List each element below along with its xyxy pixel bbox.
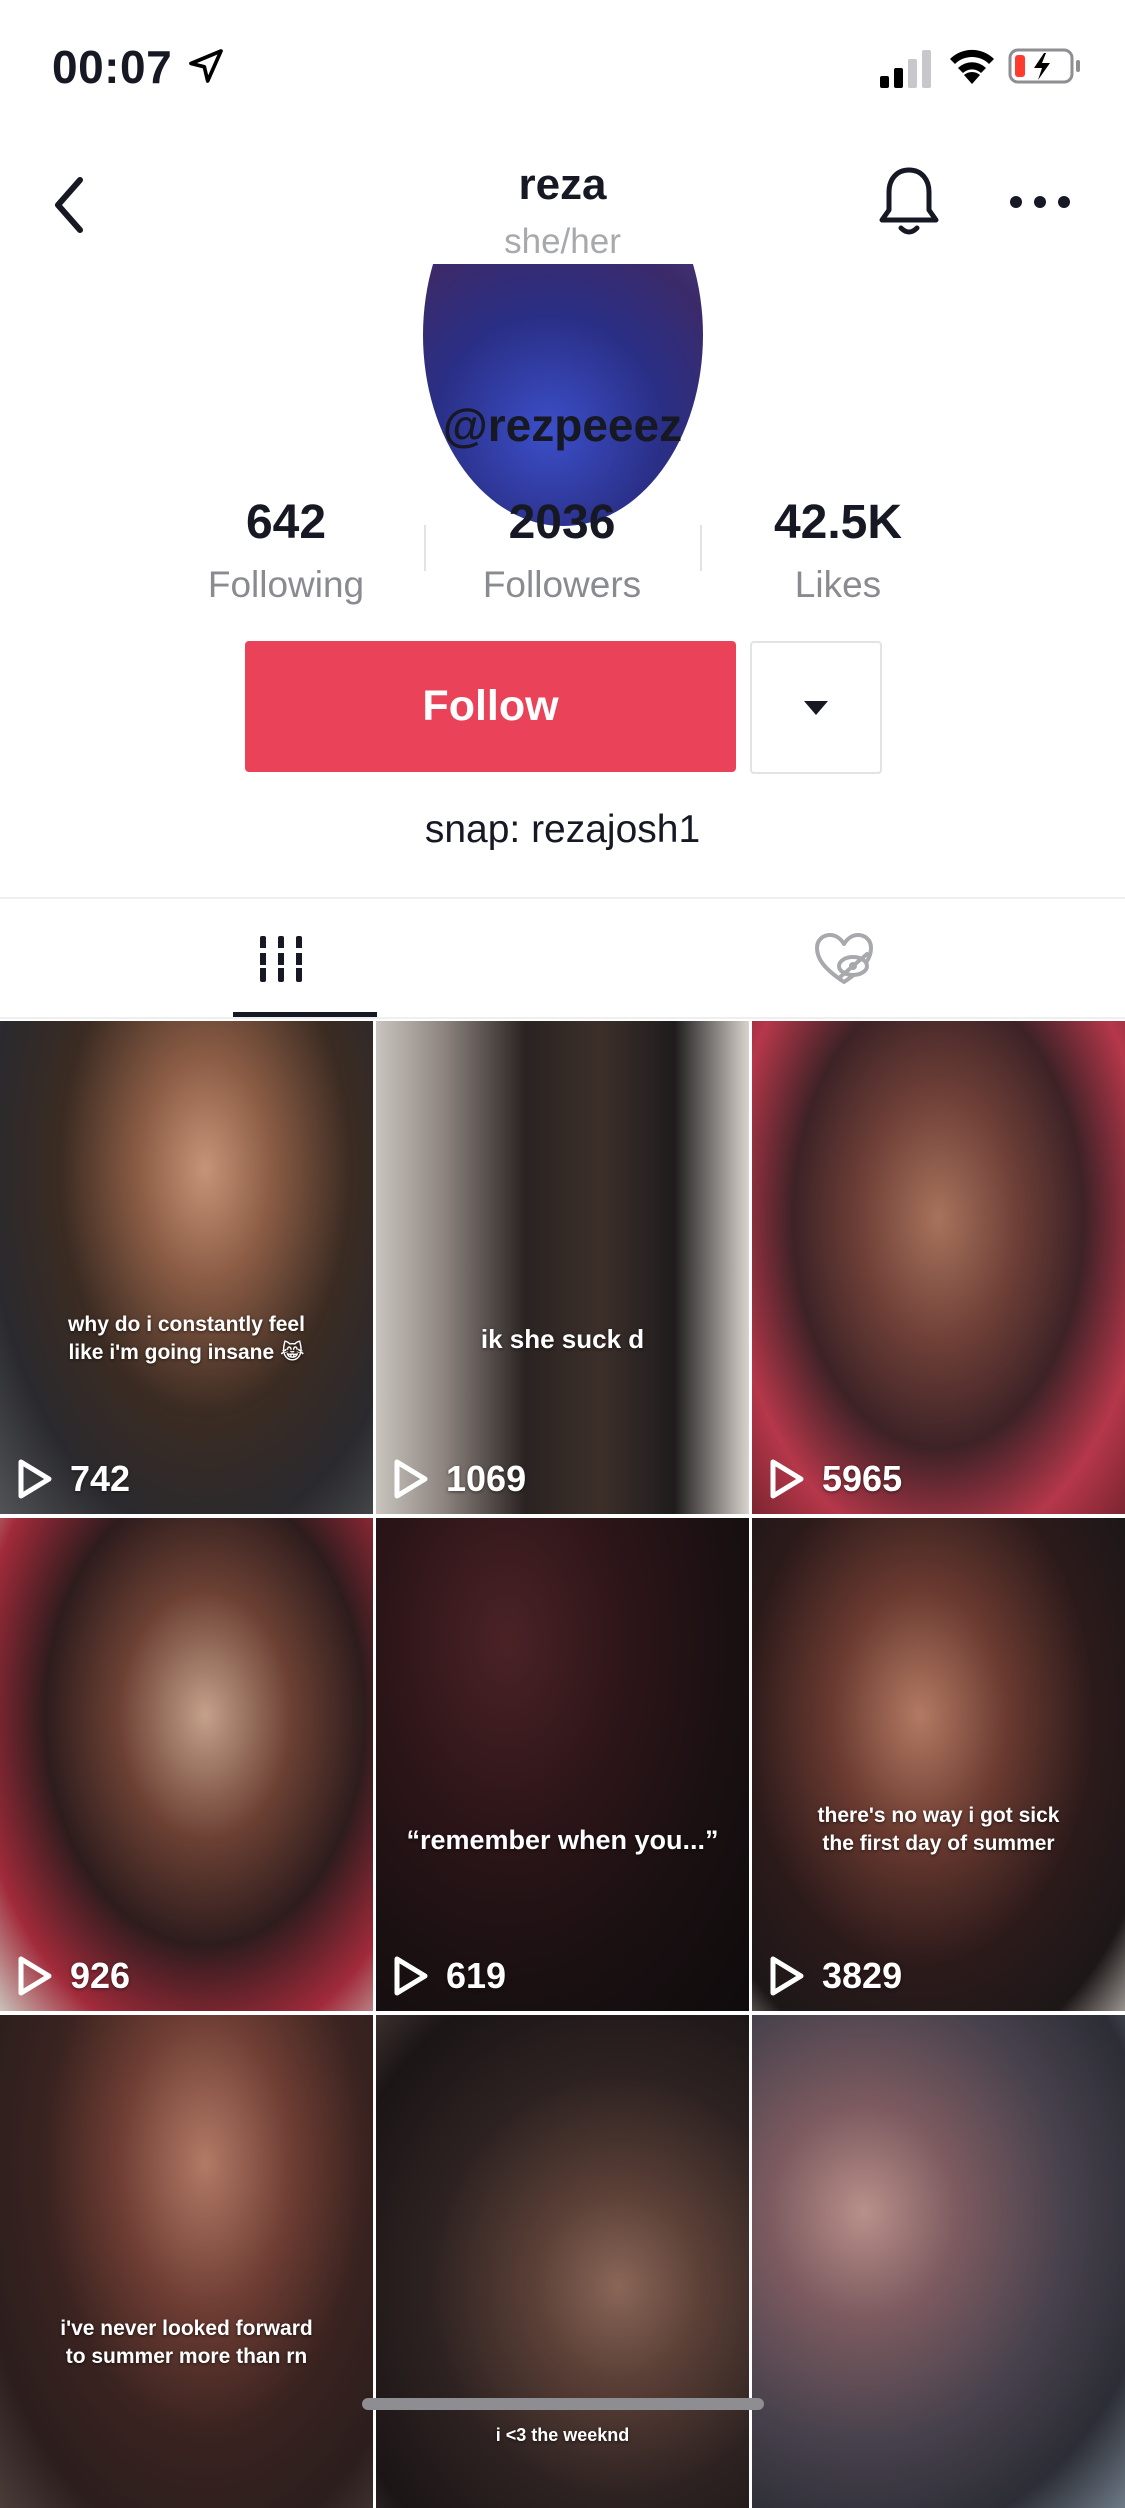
divider	[0, 1017, 1125, 1019]
video-view-count: 742	[16, 1458, 130, 1500]
video-thumbnail[interactable]: i've never looked forward to summer more…	[0, 2015, 373, 2508]
video-caption: ik she suck d	[480, 1324, 645, 1354]
video-thumbnail[interactable]	[752, 2015, 1125, 2508]
home-indicator[interactable]	[362, 2398, 764, 2410]
more-options-icon[interactable]	[1008, 182, 1072, 222]
view-count-text: 742	[70, 1458, 131, 1499]
stat-divider	[424, 525, 426, 571]
tab-liked[interactable]	[563, 900, 1125, 1018]
stat-value: 642	[245, 496, 327, 549]
play-icon	[394, 1956, 428, 1996]
video-thumbnail[interactable]: there's no way i got sick the first day …	[752, 1518, 1125, 2011]
video-caption: i <3 the weeknd	[495, 2425, 630, 2445]
profile-handle: @rezpeeez	[442, 399, 683, 451]
avatar[interactable]	[423, 264, 703, 526]
play-icon	[770, 1459, 804, 1499]
liked-hidden-icon	[815, 933, 873, 984]
view-count-text: 5965	[822, 1458, 903, 1499]
video-caption: i've never looked forward to summer more…	[60, 2317, 313, 2368]
suggested-accounts-dropdown-button[interactable]	[750, 641, 882, 774]
video-thumbnail-image	[376, 1518, 749, 2011]
status-time: 00:07	[52, 41, 173, 93]
stat-label: Likes	[794, 564, 882, 605]
status-bar: 00:07	[0, 0, 1125, 140]
video-caption: why do i constantly feel like i'm going …	[68, 1313, 305, 1364]
video-caption: there's no way i got sick the first day …	[817, 1804, 1060, 1855]
follow-button[interactable]: Follow	[245, 641, 736, 772]
video-thumbnail-image	[752, 1518, 1125, 2011]
stat-followers[interactable]: 2036 Followers	[432, 495, 692, 611]
location-arrow-icon	[189, 49, 223, 83]
video-thumbnail[interactable]: “remember when you...” 619	[376, 1518, 749, 2011]
view-count-text: 926	[70, 1955, 131, 1996]
videos-grid-icon	[257, 936, 305, 982]
avatar-image	[423, 264, 703, 526]
play-icon	[394, 1459, 428, 1499]
video-view-count: 1069	[392, 1458, 526, 1500]
view-count-text: 3829	[822, 1955, 903, 1996]
tab-videos[interactable]	[0, 900, 562, 1018]
view-count-text: 1069	[446, 1458, 527, 1499]
play-icon	[18, 1956, 52, 1996]
caret-down-icon	[804, 700, 828, 715]
top-nav-bar: reza she/her	[0, 140, 1125, 270]
stat-label: Following	[207, 564, 365, 605]
stat-following[interactable]: 642 Following	[156, 495, 416, 611]
video-thumbnail[interactable]: 926	[0, 1518, 373, 2011]
video-thumbnail-image	[0, 1518, 373, 2011]
view-count-text: 619	[446, 1955, 507, 1996]
stat-likes: 42.5K Likes	[708, 495, 968, 611]
stat-value: 2036	[508, 496, 616, 549]
cellular-signal-icon	[880, 50, 931, 88]
video-thumbnail[interactable]: i <3 the weeknd	[376, 2015, 749, 2508]
video-thumbnail-image	[0, 1021, 373, 1514]
play-icon	[770, 1956, 804, 1996]
divider	[0, 897, 1125, 899]
video-caption: “remember when you...”	[406, 1825, 719, 1855]
video-thumbnail-image	[376, 1021, 749, 1514]
video-view-count: 926	[16, 1955, 130, 1997]
video-thumbnail-image	[0, 2015, 373, 2508]
video-view-count: 619	[392, 1955, 506, 1997]
profile-pronouns: she/her	[504, 222, 621, 261]
video-view-count: 3829	[768, 1955, 902, 1997]
battery-charging-icon	[1008, 48, 1080, 84]
stat-value: 42.5K	[773, 496, 903, 549]
stat-divider	[700, 525, 702, 571]
video-thumbnail[interactable]: 5965	[752, 1021, 1125, 1514]
wifi-icon	[950, 49, 994, 84]
profile-name-title: reza	[518, 160, 607, 209]
bell-notification-icon[interactable]	[874, 162, 944, 242]
profile-bio: snap: rezajosh1	[424, 808, 701, 851]
stat-label: Followers	[482, 564, 642, 605]
video-thumbnail[interactable]: why do i constantly feel like i'm going …	[0, 1021, 373, 1514]
video-thumbnail[interactable]: ik she suck d 1069	[376, 1021, 749, 1514]
video-thumbnail-image	[752, 1021, 1125, 1514]
video-thumbnail-image	[752, 2015, 1125, 2508]
video-view-count: 5965	[768, 1458, 902, 1500]
play-icon	[18, 1459, 52, 1499]
